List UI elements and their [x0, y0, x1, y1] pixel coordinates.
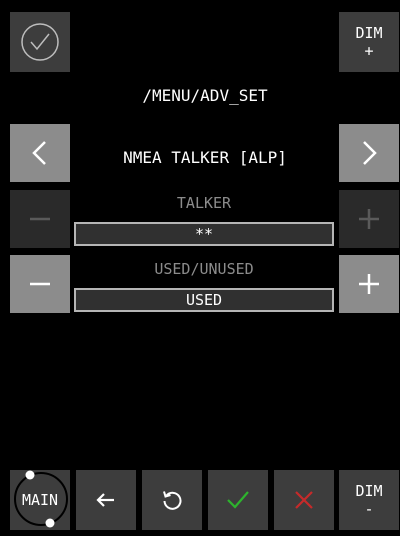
talker-value-field[interactable]: **	[74, 222, 334, 246]
dim-plus-label: DIM +	[355, 24, 383, 60]
cancel-x-icon	[295, 491, 313, 509]
main-button[interactable]: MAIN	[10, 470, 70, 530]
chevron-left-icon	[32, 141, 46, 165]
dim-minus-button[interactable]: DIM -	[339, 470, 399, 530]
cancel-button[interactable]	[274, 470, 334, 530]
used-decrement-button[interactable]	[10, 255, 70, 313]
check-circle-icon	[21, 23, 59, 61]
refresh-button[interactable]	[142, 470, 202, 530]
used-unused-value-field[interactable]: USED	[74, 288, 334, 312]
menu-title: NMEA TALKER [ALP]	[123, 148, 287, 167]
used-unused-label: USED/UNUSED	[154, 260, 254, 278]
back-button[interactable]	[76, 470, 136, 530]
dim-minus-label: DIM -	[355, 482, 383, 518]
talker-decrement-button[interactable]	[10, 190, 70, 248]
confirm-check-icon	[227, 491, 249, 509]
main-label: MAIN	[21, 491, 59, 509]
check-circle-button[interactable]	[10, 12, 70, 72]
chevron-right-icon	[363, 141, 377, 165]
back-arrow-icon	[96, 493, 114, 507]
plus-icon	[359, 209, 379, 229]
next-button[interactable]	[339, 124, 399, 182]
plus-icon	[359, 274, 379, 294]
minus-icon	[30, 282, 50, 286]
used-increment-button[interactable]	[339, 255, 399, 313]
refresh-icon	[163, 491, 182, 510]
confirm-button[interactable]	[208, 470, 268, 530]
dim-plus-button[interactable]: DIM +	[339, 12, 399, 72]
talker-label: TALKER	[176, 194, 232, 212]
prev-button[interactable]	[10, 124, 70, 182]
talker-increment-button[interactable]	[339, 190, 399, 248]
menu-path: /MENU/ADV_SET	[142, 86, 268, 105]
minus-icon	[30, 217, 50, 221]
